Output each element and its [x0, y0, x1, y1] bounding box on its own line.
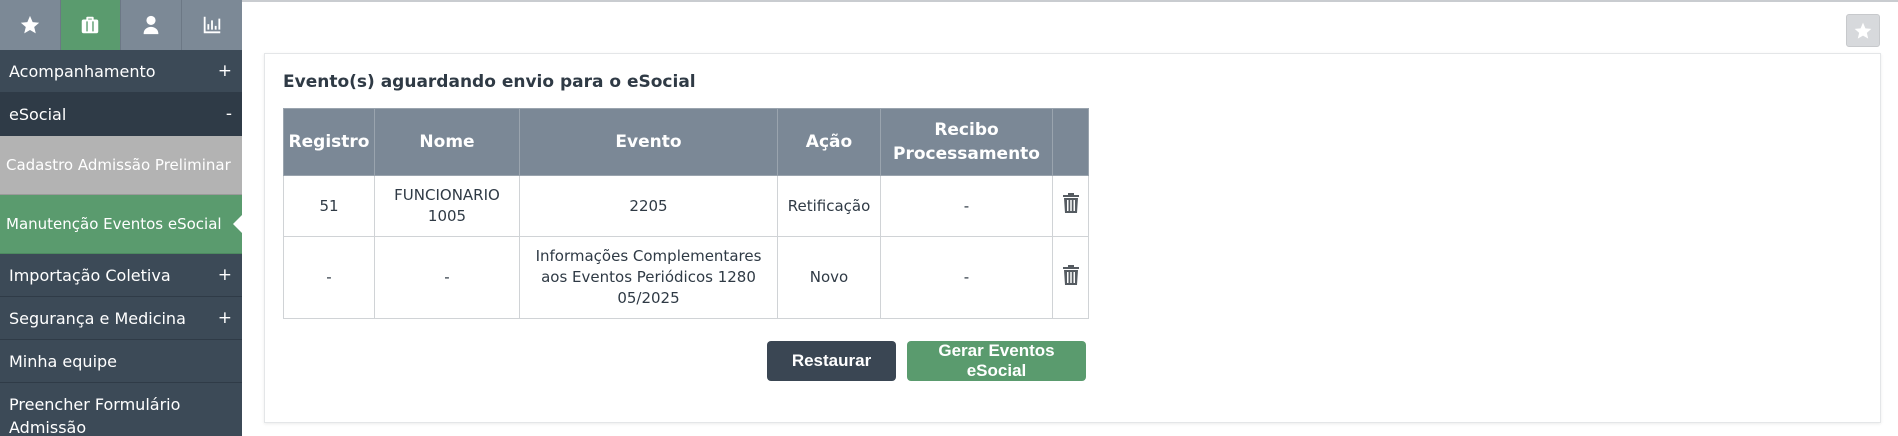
- sidebar-item-label: Minha equipe: [9, 351, 118, 371]
- table-header-row: Registro Nome Evento Ação Recibo Processa…: [283, 108, 1089, 176]
- top-border: [0, 0, 1898, 2]
- sidebar-item-seguranca-medicina[interactable]: Segurança e Medicina +: [0, 297, 242, 340]
- delete-button[interactable]: [1052, 175, 1089, 237]
- table-row: 51 FUNCIONARIO 1005 2205 Retificação -: [283, 175, 1089, 237]
- collapse-icon: -: [225, 104, 232, 124]
- cell-registro: -: [283, 236, 375, 319]
- trash-icon: [1062, 193, 1079, 213]
- column-header-nome: Nome: [374, 108, 520, 176]
- sidebar-item-esocial[interactable]: eSocial -: [0, 93, 242, 136]
- events-table: Registro Nome Evento Ação Recibo Processa…: [283, 108, 1089, 319]
- sidebar: Acompanhamento + eSocial - Cadastro Admi…: [0, 0, 242, 436]
- star-icon: [1854, 22, 1872, 39]
- cell-nome: FUNCIONARIO 1005: [374, 175, 520, 237]
- sidebar-item-label: Importação Coletiva: [9, 265, 171, 285]
- restore-button[interactable]: Restaurar: [767, 341, 896, 381]
- cell-evento: 2205: [519, 175, 778, 237]
- cell-recibo: -: [880, 175, 1053, 237]
- sidebar-item-preencher-formulario[interactable]: Preencher Formulário Admissão: [0, 383, 242, 436]
- sidebar-item-label: Segurança e Medicina: [9, 308, 186, 328]
- column-header-registro: Registro: [283, 108, 375, 176]
- user-icon: [143, 15, 159, 35]
- briefcase-icon: [82, 16, 99, 34]
- bar-chart-icon: [203, 16, 220, 34]
- sidebar-item-label: Manutenção Eventos eSocial: [6, 215, 222, 233]
- sidebar-item-importacao-coletiva[interactable]: Importação Coletiva +: [0, 254, 242, 297]
- sidebar-item-acompanhamento[interactable]: Acompanhamento +: [0, 50, 242, 93]
- cell-acao: Retificação: [777, 175, 881, 237]
- tab-profile[interactable]: [121, 0, 182, 50]
- favorite-button[interactable]: [1846, 14, 1880, 47]
- cell-acao: Novo: [777, 236, 881, 319]
- cell-nome: -: [374, 236, 520, 319]
- cell-evento: Informações Complementares aos Eventos P…: [519, 236, 778, 319]
- sidebar-item-label: Cadastro Admissão Preliminar: [6, 156, 231, 174]
- generate-events-button[interactable]: Gerar Eventos eSocial: [907, 341, 1086, 381]
- expand-icon: +: [217, 308, 232, 328]
- sidebar-item-label: eSocial: [9, 104, 67, 124]
- sidebar-item-minha-equipe[interactable]: Minha equipe: [0, 340, 242, 383]
- sidebar-item-label: Acompanhamento: [9, 61, 156, 81]
- expand-icon: +: [217, 265, 232, 285]
- column-header-evento: Evento: [519, 108, 778, 176]
- panel-title: Evento(s) aguardando envio para o eSocia…: [283, 72, 696, 92]
- delete-button[interactable]: [1052, 236, 1089, 319]
- tab-workspace[interactable]: [60, 0, 121, 50]
- tab-favorites[interactable]: [0, 0, 61, 50]
- sidebar-tabs: [0, 0, 242, 50]
- table-row: - - Informações Complementares aos Event…: [283, 236, 1089, 319]
- trash-icon: [1062, 264, 1079, 285]
- column-header-actions: [1052, 108, 1089, 176]
- cell-recibo: -: [880, 236, 1053, 319]
- events-panel: Evento(s) aguardando envio para o eSocia…: [264, 53, 1881, 423]
- sidebar-item-label: Preencher Formulário Admissão: [9, 395, 181, 436]
- column-header-acao: Ação: [777, 108, 881, 176]
- tab-reports[interactable]: [181, 0, 242, 50]
- sidebar-subitem-manutencao-eventos[interactable]: Manutenção Eventos eSocial: [0, 195, 242, 254]
- column-header-recibo: Recibo Processamento: [880, 108, 1053, 176]
- sidebar-subitem-cadastro-admissao[interactable]: Cadastro Admissão Preliminar: [0, 136, 242, 195]
- expand-icon: +: [217, 61, 232, 81]
- star-icon: [20, 15, 39, 34]
- cell-registro: 51: [283, 175, 375, 237]
